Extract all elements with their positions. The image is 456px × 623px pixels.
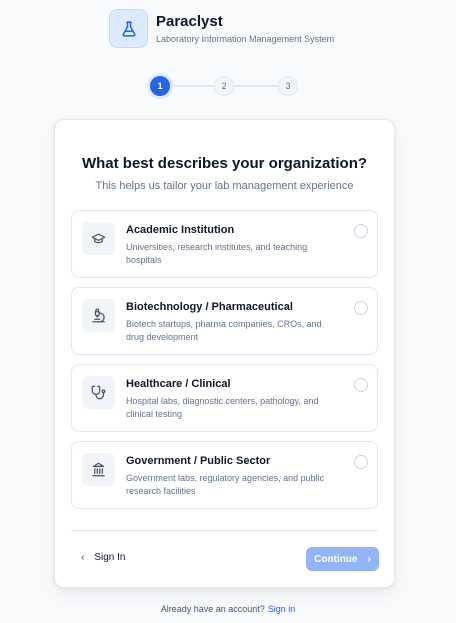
back-to-sign-in-button[interactable]: ‹ Sign In xyxy=(81,552,125,563)
option-radio[interactable] xyxy=(354,378,368,392)
option-description: Hospital labs, diagnostic centers, patho… xyxy=(126,396,319,419)
option-title: Healthcare / Clinical xyxy=(126,378,231,390)
progress-stepper: 1 2 3 xyxy=(150,76,298,96)
organization-card: What best describes your organization? T… xyxy=(54,119,395,588)
card-subtitle: This helps us tailor your lab management… xyxy=(95,180,354,192)
chevron-left-icon: ‹ xyxy=(81,552,85,563)
option-title: Government / Public Sector xyxy=(126,455,271,467)
brand-name: Paraclyst xyxy=(156,12,223,30)
card-divider xyxy=(71,530,378,531)
continue-button[interactable]: Continue › xyxy=(306,547,379,571)
graduation-cap-icon xyxy=(82,222,115,255)
step-3: 3 xyxy=(278,76,298,96)
sign-in-link[interactable]: Sign in xyxy=(268,604,296,614)
option-radio[interactable] xyxy=(354,301,368,315)
option-academic-institution[interactable]: Academic Institution Universities, resea… xyxy=(71,210,378,278)
option-title: Academic Institution xyxy=(126,224,235,236)
option-biotechnology-pharmaceutical[interactable]: Biotechnology / Pharmaceutical Biotech s… xyxy=(71,287,378,355)
option-radio[interactable] xyxy=(354,224,368,238)
step-connector xyxy=(170,85,214,87)
footer: Already have an account? Sign in xyxy=(0,604,456,614)
option-healthcare-clinical[interactable]: Healthcare / Clinical Hospital labs, dia… xyxy=(71,364,378,432)
chevron-right-icon: › xyxy=(367,553,371,565)
option-radio[interactable] xyxy=(354,455,368,469)
footer-prompt: Already have an account? xyxy=(160,604,265,614)
stethoscope-icon xyxy=(82,376,115,409)
step-1: 1 xyxy=(150,76,170,96)
flask-icon xyxy=(109,9,148,48)
government-building-icon xyxy=(82,453,115,486)
brand-subtitle: Laboratory Information Management System xyxy=(156,33,335,44)
option-title: Biotechnology / Pharmaceutical xyxy=(126,301,293,313)
step-connector xyxy=(234,85,278,87)
continue-label: Continue xyxy=(314,553,358,565)
option-description: Biotech startups, pharma companies, CROs… xyxy=(126,319,322,342)
brand-header: Paraclyst Laboratory Information Managem… xyxy=(109,9,334,48)
step-2: 2 xyxy=(214,76,234,96)
organization-options: Academic Institution Universities, resea… xyxy=(71,210,378,518)
option-government-public-sector[interactable]: Government / Public Sector Government la… xyxy=(71,441,378,509)
card-title: What best describes your organization? xyxy=(81,155,368,172)
option-description: Universities, research institutes, and t… xyxy=(126,242,308,265)
back-label: Sign In xyxy=(94,552,126,563)
option-description: Government labs, regulatory agencies, an… xyxy=(126,473,325,496)
microscope-icon xyxy=(82,299,115,332)
